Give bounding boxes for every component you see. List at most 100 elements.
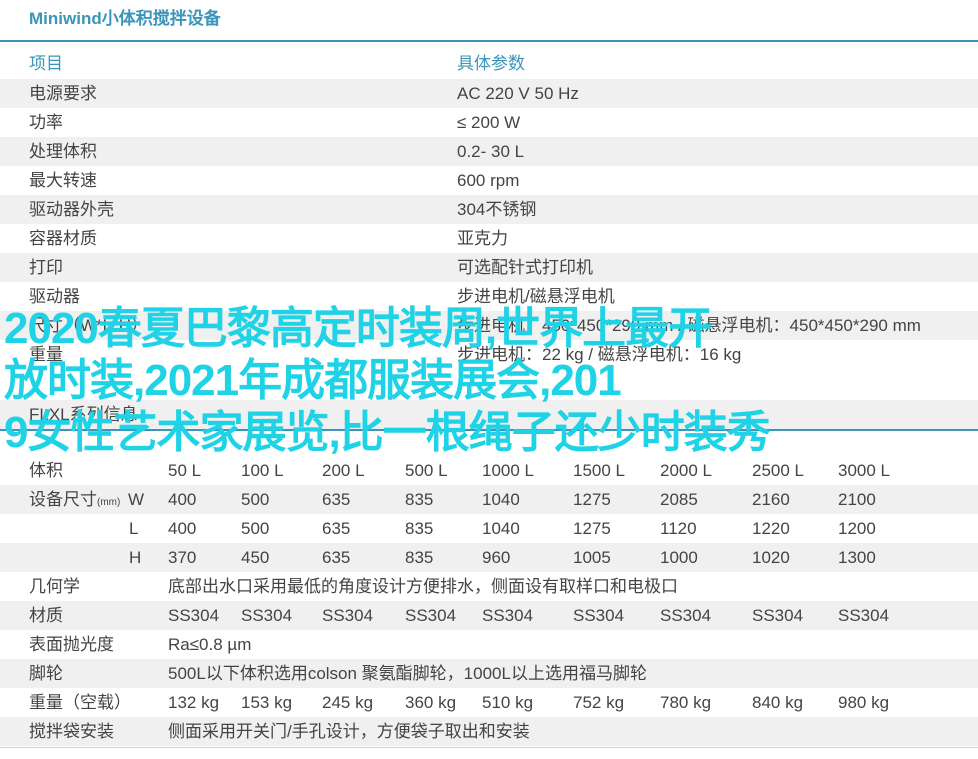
volume-cell: 500 L [405,461,448,480]
volume-cell: 100 L [241,461,284,480]
overlay-line: 9女性艺术家展览,比一根绳子还少时装秀 [4,408,771,457]
material-cell: SS304 [482,606,534,625]
weight-cell: 360 kg [405,693,457,712]
material-row: 材质 SS304 SS304 SS304 SS304 SS304 SS304 S… [0,601,978,630]
weight-cell: 840 kg [752,693,804,712]
weight-cell: 780 kg [660,693,712,712]
material-cell: SS304 [322,606,374,625]
dims-cell: 500 [241,490,270,509]
table-row: 容器材质 亚克力 [0,224,978,253]
dims-cell: 450 [241,548,270,567]
table-row: 打印 可选配针式打印机 [0,253,978,282]
casters-row: 脚轮 500L以下体积选用colson 聚氨酯脚轮，1000L以上选用福马脚轮 [0,659,978,688]
table-row: 功率 ≤ 200 W [0,108,978,137]
polish-row: 表面抛光度 Ra≤0.8 µm [0,630,978,659]
dims-cell: 400 [168,490,197,509]
spec-label: 处理体积 [29,142,97,161]
spec-header-item: 项目 [29,54,63,73]
material-cell: SS304 [405,606,457,625]
dims-cell: 1200 [838,519,876,538]
material-cell: SS304 [838,606,890,625]
geometry-label: 几何学 [29,577,80,596]
table-row: 处理体积 0.2- 30 L [0,137,978,166]
volume-row: 体积 50 L 100 L 200 L 500 L 1000 L 1500 L … [0,456,978,485]
spec-label: 驱动器外壳 [29,200,114,219]
overlay-caption: 2020春夏巴黎高定时装周,世界上最开 放时装,2021年成都服装展会,201 … [4,303,934,459]
dims-axis: H [129,548,142,567]
volume-cell: 2500 L [752,461,804,480]
material-label: 材质 [29,606,63,625]
page-title: Miniwind小体积搅拌设备 [29,9,221,28]
install-value: 侧面采用开关门/手孔设计，方便袋子取出和安装 [168,722,530,741]
spec-label: 功率 [29,113,63,132]
spec-label: 最大转速 [29,171,97,190]
dims-cell: 400 [168,519,197,538]
polish-label: 表面抛光度 [29,635,114,654]
material-cell: SS304 [573,606,625,625]
material-cell: SS304 [660,606,712,625]
dims-row-w: 设备尺寸(mm) W 400 500 635 835 1040 1275 208… [0,485,978,514]
dims-cell: 635 [322,490,351,509]
volume-cell: 2000 L [660,461,712,480]
spec-value: 可选配针式打印机 [457,258,593,277]
dims-row-h: H 370 450 635 835 960 1005 1000 1020 130… [0,543,978,572]
weight-row: 重量（空载） 132 kg 153 kg 245 kg 360 kg 510 k… [0,688,978,717]
footer-rule [0,747,978,748]
volume-cell: 1000 L [482,461,534,480]
dims-cell: 1040 [482,519,520,538]
dims-row-l: L 400 500 635 835 1040 1275 1120 1220 12… [0,514,978,543]
geometry-row: 几何学 底部出水口采用最低的角度设计方便排水，侧面设有取样口和电极口 [0,572,978,601]
material-cell: SS304 [752,606,804,625]
dims-cell: 835 [405,519,434,538]
dims-cell: 835 [405,548,434,567]
dims-cell: 960 [482,548,511,567]
dims-cell: 1275 [573,519,611,538]
weight-cell: 153 kg [241,693,293,712]
geometry-value: 底部出水口采用最低的角度设计方便排水，侧面设有取样口和电极口 [168,577,678,596]
spec-value: ≤ 200 W [457,113,521,132]
dims-cell: 1000 [660,548,698,567]
dims-cell: 1120 [660,519,697,538]
dims-cell: 2160 [752,490,790,509]
dims-cell: 370 [168,548,197,567]
weight-cell: 132 kg [168,693,220,712]
dims-label: 设备尺寸(mm) [29,485,120,514]
dims-cell: 500 [241,519,270,538]
dims-cell: 635 [322,519,351,538]
dims-unit: (mm) [97,497,121,508]
overlay-line: 2020春夏巴黎高定时装周,世界上最开 [4,304,712,353]
header-rule [0,40,978,42]
dims-cell: 2100 [838,490,876,509]
volume-cell: 1500 L [573,461,625,480]
casters-value: 500L以下体积选用colson 聚氨酯脚轮，1000L以上选用福马脚轮 [168,664,647,683]
volume-label: 体积 [29,461,63,480]
material-cell: SS304 [168,606,220,625]
weight-cell: 752 kg [573,693,625,712]
spec-label: 打印 [29,258,63,277]
dims-cell: 1300 [838,548,876,567]
casters-label: 脚轮 [29,664,63,683]
spec-value: 亚克力 [457,229,508,248]
dims-axis: L [129,519,139,538]
dims-cell: 635 [322,548,351,567]
dims-cell: 1220 [752,519,790,538]
spec-value: AC 220 V 50 Hz [457,84,579,103]
install-label: 搅拌袋安装 [29,722,114,741]
spec-value: 304不锈钢 [457,200,537,219]
weight-cell: 510 kg [482,693,534,712]
dims-cell: 1020 [752,548,790,567]
dims-cell: 2085 [660,490,698,509]
spec-label: 电源要求 [29,84,97,103]
spec-value: 600 rpm [457,171,520,190]
dims-cell: 1275 [573,490,611,509]
polish-value: Ra≤0.8 µm [168,635,252,654]
spec-header-row: 项目 具体参数 [0,49,978,78]
dims-axis: W [128,490,145,509]
weight-label: 重量（空载） [29,693,131,712]
spec-label: 容器材质 [29,229,97,248]
spec-header-param: 具体参数 [457,54,525,73]
weight-cell: 245 kg [322,693,374,712]
dims-cell: 835 [405,490,434,509]
spec-value: 0.2- 30 L [457,142,525,161]
dims-cell: 1040 [482,490,520,509]
